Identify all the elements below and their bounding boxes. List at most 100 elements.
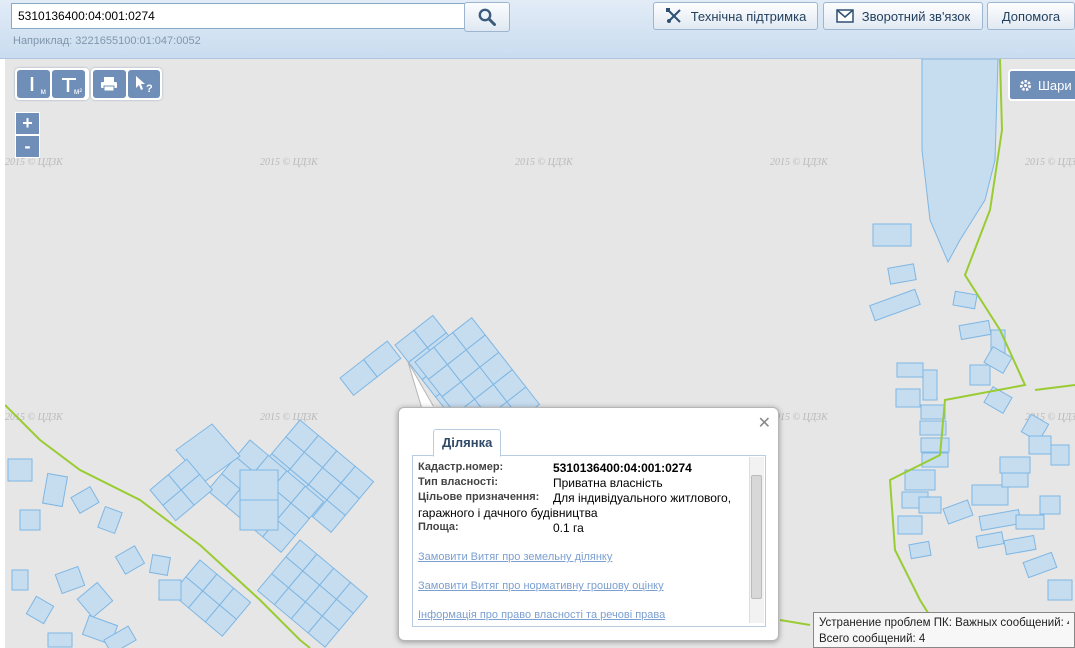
search-button[interactable] [464, 2, 510, 32]
land-parcel[interactable] [896, 362, 924, 378]
land-parcel[interactable] [942, 499, 974, 525]
close-icon[interactable]: ✕ [758, 413, 771, 433]
cadastral-value: 5310136400:04:001:0274 [553, 461, 692, 475]
print-info-tools: ? [91, 68, 162, 100]
land-parcel[interactable] [971, 484, 1009, 506]
ownership-value: Приватна власність [553, 476, 663, 490]
land-parcel[interactable] [969, 364, 991, 386]
cadastral-search-input[interactable] [11, 3, 473, 29]
area-unit: м² [73, 87, 82, 96]
land-parcel[interactable] [148, 553, 172, 577]
land-parcel[interactable] [97, 505, 123, 535]
land-parcel[interactable] [114, 545, 146, 575]
land-parcel[interactable] [921, 59, 999, 264]
cursor-question-icon: ? [135, 76, 153, 94]
district-boundary [779, 619, 811, 626]
help-button[interactable]: Допомога [987, 2, 1075, 30]
feedback-label: Зворотний зв'язок [861, 8, 971, 24]
land-parcel[interactable] [158, 579, 182, 601]
ruler-icon [30, 77, 33, 91]
land-parcel[interactable] [922, 369, 938, 401]
land-parcel[interactable] [904, 469, 936, 491]
watermark-text: 2015 © ЦДЗК [260, 412, 319, 423]
land-parcel[interactable] [952, 290, 978, 310]
land-parcel[interactable] [869, 288, 921, 322]
land-parcel[interactable] [76, 581, 114, 619]
identify-button[interactable]: ? [127, 70, 160, 98]
tech-support-button[interactable]: Технічна підтримка [653, 2, 818, 30]
area-label: Площа: [418, 521, 459, 533]
cadastral-row: Кадастр.номер: 5310136400:04:001:0274 [418, 461, 692, 475]
land-parcel[interactable] [999, 456, 1031, 474]
search-hint: Наприклад: 3221655100:01:047:0052 [13, 35, 201, 47]
tooltip-line1: Устранение проблем ПК: Важных сообщений:… [819, 617, 1069, 629]
land-parcel[interactable] [11, 569, 29, 591]
order-parcel-extract-link[interactable]: Замовити Витяг про земельну ділянку [418, 551, 612, 563]
land-parcel[interactable] [920, 437, 950, 453]
land-parcel[interactable] [1001, 472, 1029, 488]
layers-label: Шари [1038, 77, 1072, 93]
land-parcel[interactable] [239, 469, 279, 501]
land-parcel[interactable] [47, 632, 73, 648]
tab-parcel[interactable]: Ділянка [433, 429, 502, 457]
land-parcel[interactable] [895, 388, 921, 408]
search-icon [478, 8, 496, 26]
measure-area-button[interactable]: м² [52, 70, 85, 98]
land-parcel[interactable] [19, 509, 41, 531]
gear-icon [1019, 79, 1032, 91]
land-parcel[interactable] [920, 404, 946, 420]
popup-scrollbar[interactable] [749, 457, 764, 623]
cadastral-label: Кадастр.номер: [418, 461, 504, 473]
land-parcel[interactable] [908, 540, 932, 560]
land-parcel[interactable] [1003, 534, 1037, 556]
land-parcel[interactable] [921, 452, 949, 468]
tech-support-label: Технічна підтримка [690, 8, 807, 24]
land-parcel[interactable] [25, 595, 55, 625]
tools-icon [665, 8, 681, 23]
svg-text:?: ? [146, 83, 153, 94]
tooltip-line2: Всего сообщений: 4 [819, 633, 926, 645]
land-parcel[interactable] [1047, 579, 1073, 601]
district-boundary [1034, 384, 1075, 391]
land-parcel[interactable] [897, 515, 923, 535]
help-label: Допомога [1001, 8, 1061, 24]
zoom-in-button[interactable]: + [15, 112, 40, 135]
land-parcel[interactable] [1015, 514, 1045, 530]
ownership-rights-info-link[interactable]: Інформація про право власності та речові… [418, 609, 665, 621]
watermark-text: 2015 © ЦДЗК [260, 157, 319, 168]
land-parcel[interactable] [41, 472, 69, 508]
measure-distance-button[interactable]: м [17, 70, 50, 98]
scrollbar-thumb[interactable] [751, 475, 762, 599]
land-parcel[interactable] [1028, 435, 1052, 455]
layers-button[interactable]: Шари [1008, 69, 1075, 101]
land-parcel[interactable] [872, 223, 912, 247]
land-parcel[interactable] [7, 458, 33, 482]
watermark-text: 2015 © ЦДЗК [770, 157, 829, 168]
land-parcel[interactable] [70, 486, 100, 514]
print-button[interactable] [93, 70, 126, 98]
area-row: Площа: 0.1 га [418, 521, 584, 535]
order-valuation-extract-link[interactable]: Замовити Витяг про нормативну грошову оц… [418, 580, 664, 592]
popup-pointer [407, 361, 435, 410]
land-parcel[interactable] [239, 499, 279, 531]
land-parcel[interactable] [975, 531, 1005, 549]
land-parcel[interactable] [887, 263, 917, 285]
land-parcel[interactable] [1022, 551, 1058, 579]
measure-tools: м м² [15, 68, 89, 100]
watermark-text: 2015 © ЦДЗК [515, 157, 574, 168]
land-parcel[interactable] [958, 319, 992, 341]
feedback-button[interactable]: Зворотний зв'язок [823, 2, 983, 30]
ownership-label: Тип власності: [418, 476, 499, 488]
watermark-text: 2015 © ЦДЗК [5, 157, 64, 168]
land-parcel[interactable] [918, 496, 942, 514]
land-parcel[interactable] [54, 565, 86, 595]
land-parcel[interactable] [1039, 495, 1061, 515]
land-parcel[interactable] [1050, 444, 1070, 466]
zoom-out-button[interactable]: - [15, 135, 40, 158]
ownership-row: Тип власності: Приватна власність [418, 476, 663, 490]
purpose-value-line1: Для індивідуального житлового, [553, 491, 732, 505]
printer-icon [101, 77, 118, 92]
land-parcel[interactable] [978, 509, 1022, 531]
envelope-icon [836, 9, 854, 23]
purpose-label: Цільове призначення: [418, 491, 540, 503]
